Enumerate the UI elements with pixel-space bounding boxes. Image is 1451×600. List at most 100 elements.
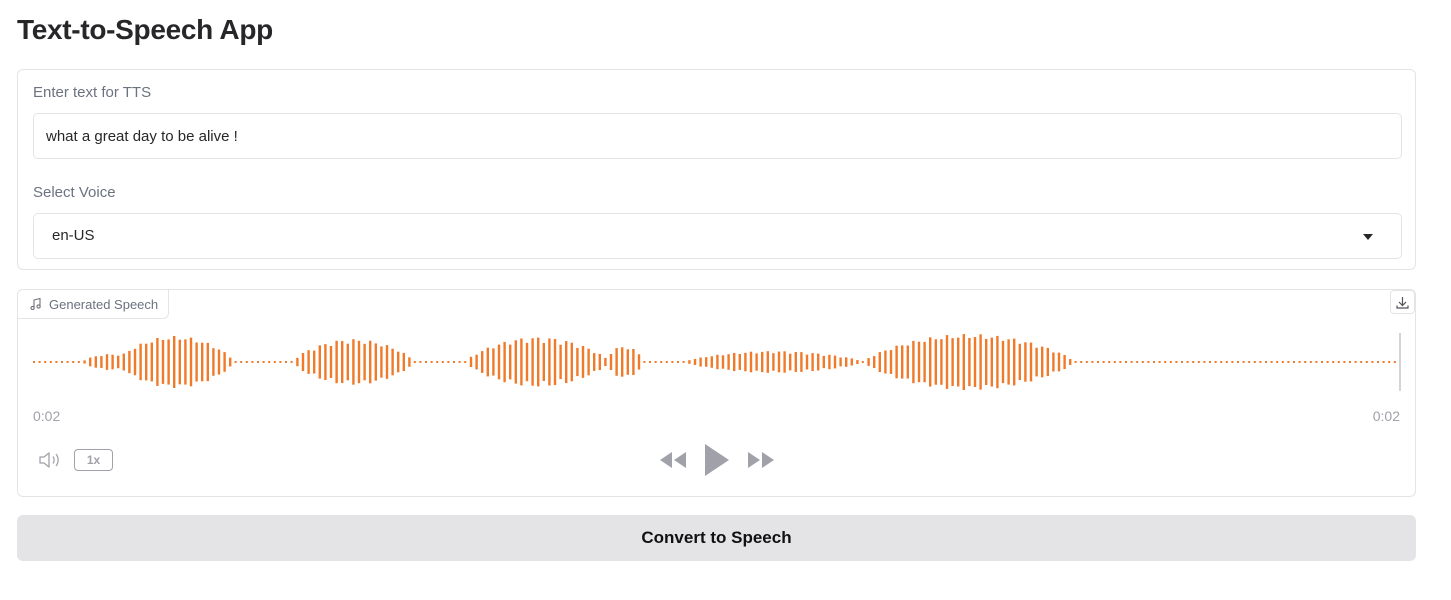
voice-select-value: en-US	[52, 227, 95, 244]
waveform-bar	[906, 345, 909, 379]
waveform-bar	[889, 350, 893, 374]
waveform-bar	[817, 353, 820, 371]
waveform-bar	[1164, 361, 1167, 363]
waveform-bar	[402, 352, 405, 371]
playback-rate-button[interactable]: 1x	[74, 449, 113, 471]
waveform-bar	[1197, 361, 1200, 363]
waveform-bar	[374, 343, 377, 381]
waveform-bar	[251, 361, 254, 363]
waveform-bar	[772, 353, 775, 371]
waveform-bar	[497, 344, 501, 380]
waveform-bar	[783, 351, 786, 373]
convert-to-speech-button[interactable]: Convert to Speech	[17, 515, 1416, 561]
waveform-bar	[324, 344, 327, 380]
waveform-bar	[957, 337, 960, 387]
waveform-bar	[1069, 359, 1072, 365]
waveform-bar	[201, 342, 204, 382]
waveform-bar	[576, 347, 579, 377]
waveform-bar	[1225, 361, 1228, 363]
waveform-bar	[413, 361, 416, 363]
waveform-bar	[128, 350, 131, 374]
waveform-bar	[1220, 361, 1223, 363]
rewind-button[interactable]	[659, 450, 687, 475]
waveform-bar	[822, 355, 825, 369]
waveform-bar	[929, 337, 932, 387]
waveform-bar	[1298, 361, 1301, 363]
waveform-bar	[397, 351, 400, 373]
waveform-bar	[1281, 361, 1284, 363]
waveform-bar	[1108, 361, 1111, 363]
waveform-bar	[559, 344, 562, 380]
waveform-bar	[1175, 361, 1178, 363]
waveform-bar	[1192, 361, 1195, 363]
waveform-bar	[1063, 355, 1066, 369]
waveform-bar	[1377, 361, 1379, 363]
waveform-bar	[537, 337, 540, 387]
waveform-bar	[643, 361, 646, 363]
waveform-bar	[598, 353, 601, 371]
waveform-bar	[223, 352, 226, 372]
tts-text-input[interactable]	[33, 113, 1402, 159]
waveform-bar	[229, 357, 232, 367]
waveform-bar	[514, 340, 517, 384]
play-button[interactable]	[703, 442, 731, 483]
waveform-bar	[430, 361, 433, 363]
waveform-bar	[357, 340, 361, 384]
waveform-bar	[380, 346, 383, 378]
voice-select-dropdown[interactable]: en-US	[33, 213, 1402, 259]
waveform-bar	[873, 356, 876, 368]
fast-forward-button[interactable]	[747, 450, 775, 475]
waveform-bar	[604, 357, 607, 367]
waveform-bar	[481, 351, 484, 373]
waveform-bar	[33, 361, 35, 363]
waveform-bar	[139, 343, 142, 381]
duration-time: 0:02	[1372, 408, 1400, 424]
waveform-bar	[279, 361, 282, 363]
waveform-bar	[475, 354, 478, 370]
input-form-panel: Enter text for TTS Select Voice en-US	[17, 69, 1416, 270]
waveform-bar	[469, 356, 473, 368]
waveform-bar	[77, 361, 80, 363]
waveform-bar	[1097, 361, 1099, 363]
volume-button[interactable]	[38, 450, 64, 472]
chevron-down-icon	[1363, 234, 1373, 240]
waveform-bar	[335, 340, 338, 384]
waveform-bar	[805, 354, 809, 370]
waveform-bar	[962, 334, 965, 390]
waveform-bar	[968, 338, 971, 387]
fast-forward-icon	[748, 452, 774, 468]
waveform-bar	[1080, 361, 1083, 363]
waveform-bar	[1382, 361, 1385, 363]
waveform-bar	[61, 361, 63, 363]
waveform-bar	[1209, 361, 1211, 363]
waveform-bar	[1102, 361, 1105, 363]
waveform-bar	[1141, 361, 1144, 363]
waveform-bar	[49, 361, 52, 363]
waveform-bar	[654, 361, 657, 363]
waveform-bar	[1259, 361, 1262, 363]
waveform-bar	[593, 353, 596, 371]
waveform-bar	[1119, 361, 1122, 363]
waveform-bar	[329, 346, 333, 378]
waveform-bar	[1046, 347, 1049, 377]
waveform-bar	[89, 357, 92, 367]
waveform-bar	[318, 345, 321, 379]
audio-waveform[interactable]	[33, 330, 1401, 394]
waveform-bar	[391, 348, 394, 376]
waveform-bar	[895, 345, 898, 379]
waveform-bar	[1393, 361, 1396, 363]
waveform-bar	[1293, 361, 1295, 363]
download-button[interactable]	[1390, 290, 1415, 314]
waveform-bar	[710, 356, 713, 368]
waveform-bar	[167, 339, 170, 385]
waveform-bar	[1085, 361, 1088, 363]
waveform-bar	[934, 339, 937, 385]
waveform-bar	[133, 348, 137, 376]
waveform-bar	[777, 351, 781, 373]
waveform-bar	[901, 345, 904, 379]
waveform-bar	[492, 348, 495, 376]
voice-select-label: Select Voice	[33, 184, 116, 201]
waveform-bar	[464, 361, 467, 363]
waveform-bar	[990, 337, 993, 387]
waveform-bar	[615, 348, 618, 376]
